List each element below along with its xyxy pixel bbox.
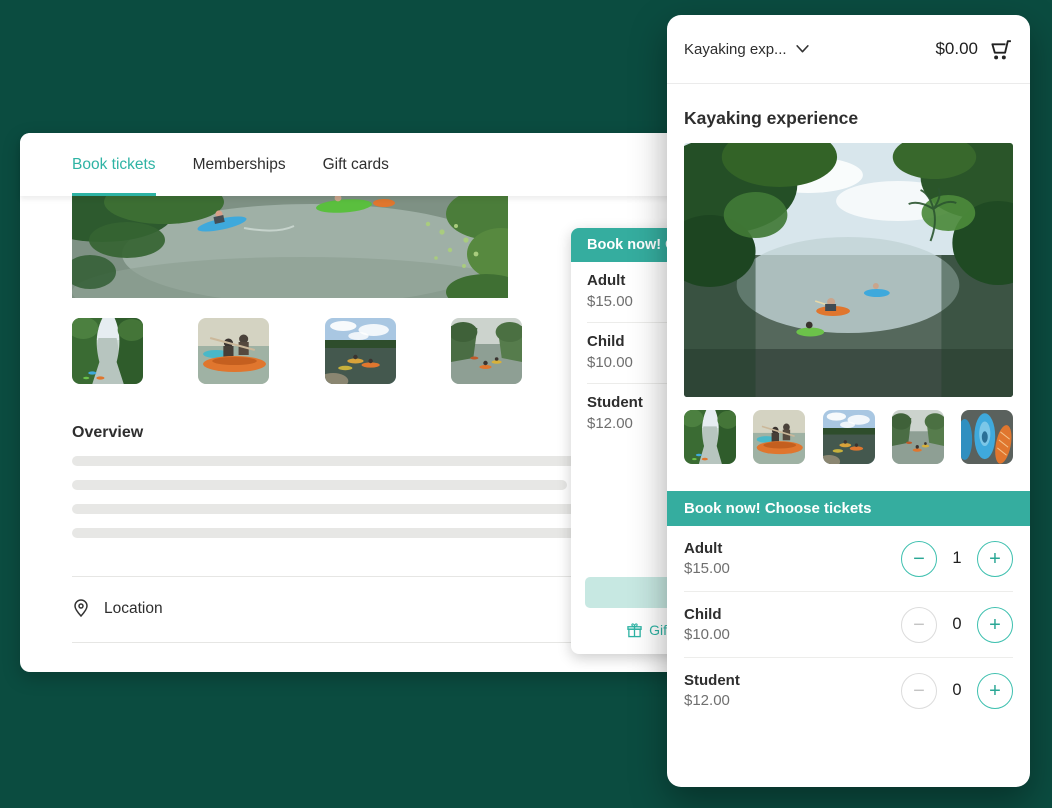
cart-total: $0.00: [935, 39, 978, 59]
ticket-row-child: Child $10.00 − 0 +: [684, 592, 1013, 658]
cart-button[interactable]: $0.00: [935, 37, 1013, 62]
ticket-price: $12.00: [684, 692, 740, 709]
widget-top-bar: Kayaking exp... $0.00: [667, 15, 1030, 84]
ticket-row-adult: Adult $15.00 − 1 +: [684, 526, 1013, 592]
kayak-river-photo: [684, 143, 1013, 397]
skeleton-line: [72, 456, 648, 466]
increase-button[interactable]: +: [977, 607, 1013, 643]
gallery-thumbnail-4[interactable]: [451, 318, 522, 384]
decrease-button[interactable]: −: [901, 541, 937, 577]
ticket-type: Student: [684, 672, 740, 689]
quantity-stepper-child: − 0 +: [901, 607, 1013, 643]
tab-book-tickets[interactable]: Book tickets: [72, 133, 156, 196]
quantity-stepper-adult: − 1 +: [901, 541, 1013, 577]
product-selector[interactable]: Kayaking exp...: [684, 41, 809, 58]
gallery-thumbnail-3[interactable]: [325, 318, 396, 384]
increase-button[interactable]: +: [977, 673, 1013, 709]
divider: [72, 642, 648, 643]
experience-title: Kayaking experience: [684, 108, 1013, 129]
map-pin-icon: [72, 599, 90, 618]
booking-widget-panel: Kayaking exp... $0.00 Kayaking experienc…: [667, 15, 1030, 787]
decrease-button[interactable]: −: [901, 673, 937, 709]
decrease-button[interactable]: −: [901, 607, 937, 643]
experience-photo: [684, 143, 1013, 397]
quantity-value: 0: [950, 615, 964, 634]
gallery-thumbnail-2[interactable]: [753, 410, 805, 464]
tab-bar: Book tickets Memberships Gift cards: [20, 133, 700, 196]
location-accordion[interactable]: Location: [72, 577, 648, 642]
gallery-thumbnail-1[interactable]: [684, 410, 736, 464]
chevron-down-icon: [796, 45, 809, 53]
ticket-price: $15.00: [684, 560, 730, 577]
ticket-type: Child: [684, 606, 730, 623]
gallery-thumbnail-2[interactable]: [198, 318, 269, 384]
skeleton-line: [72, 528, 596, 538]
product-selector-label: Kayaking exp...: [684, 41, 787, 58]
gift-icon: [627, 623, 642, 638]
ticket-price: $10.00: [684, 626, 730, 643]
choose-tickets-banner: Book now! Choose tickets: [667, 491, 1030, 526]
location-label: Location: [104, 600, 163, 618]
tab-gift-cards[interactable]: Gift cards: [323, 133, 389, 196]
thumbnail-strip: [72, 318, 648, 384]
skeleton-line: [72, 480, 567, 490]
ticket-type: Adult: [684, 540, 730, 557]
overview-heading: Overview: [72, 424, 648, 442]
tab-memberships[interactable]: Memberships: [193, 133, 286, 196]
shopping-cart-icon: [988, 37, 1013, 62]
gallery-thumbnail-1[interactable]: [72, 318, 143, 384]
thumbnail-strip: [684, 410, 1013, 464]
gallery-thumbnail-4[interactable]: [892, 410, 944, 464]
quantity-value: 1: [950, 549, 964, 568]
quantity-value: 0: [950, 681, 964, 700]
skeleton-line: [72, 504, 648, 514]
gallery-thumbnail-3[interactable]: [823, 410, 875, 464]
main-gallery-photo: [72, 196, 508, 298]
ticket-row-student: Student $12.00 − 0 +: [684, 658, 1013, 723]
quantity-stepper-student: − 0 +: [901, 673, 1013, 709]
gallery-thumbnail-5[interactable]: [961, 410, 1013, 464]
kayak-river-photo: [72, 196, 508, 298]
increase-button[interactable]: +: [977, 541, 1013, 577]
